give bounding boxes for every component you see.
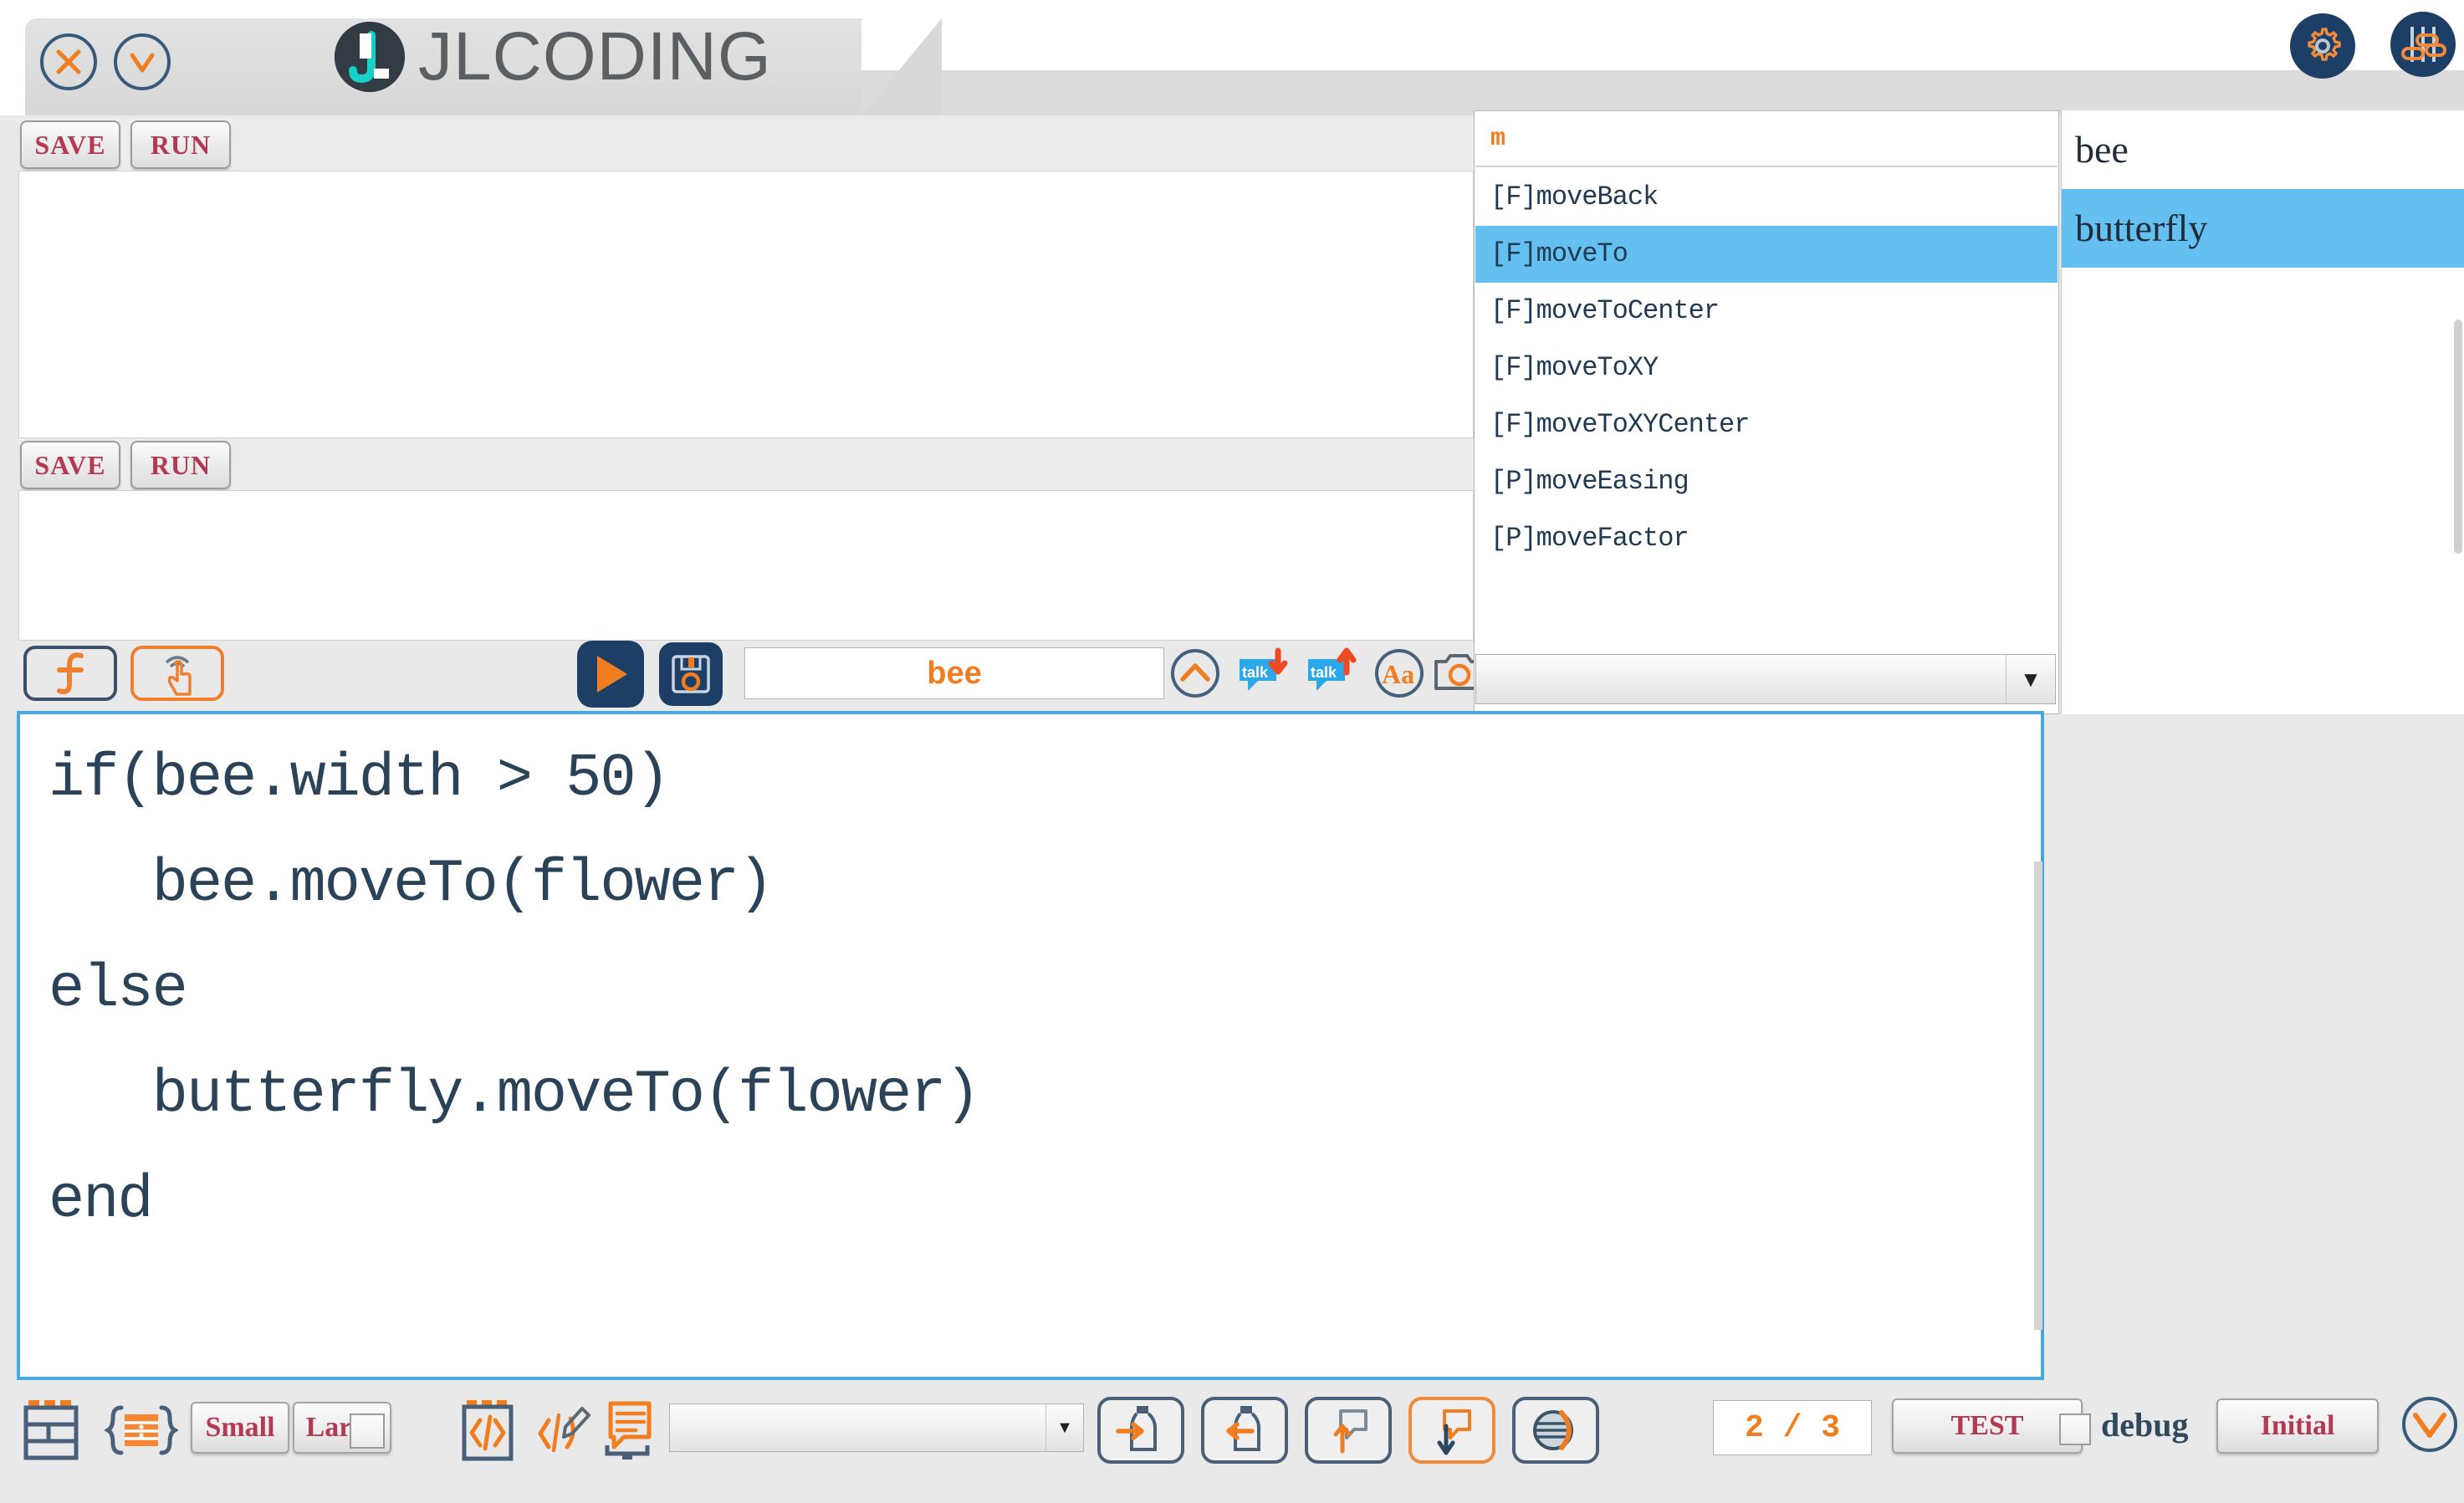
application-window: JLCODING SAVE RUN SAVE RUN bee talk talk… (0, 0, 2464, 1503)
pane-2-toolbar (18, 438, 1474, 491)
tap-gesture-glyph (165, 656, 192, 696)
talk-upload-glyph: talk (1308, 647, 1357, 691)
braces-block-icon[interactable] (104, 1398, 179, 1462)
floppy-glyph (672, 655, 710, 693)
code-editor-scrollbar[interactable] (2034, 861, 2042, 1330)
pane-1-run-button[interactable]: RUN (130, 120, 231, 169)
pane-1-editor-area[interactable] (18, 171, 1474, 438)
initial-button[interactable]: Initial (2216, 1398, 2379, 1454)
play-glyph (597, 656, 627, 693)
chevron-down-icon[interactable]: ▼ (2006, 655, 2055, 703)
code-notepad-icon[interactable] (458, 1398, 530, 1462)
sphere-icon[interactable] (1512, 1397, 1599, 1464)
chevron-down-circle-icon[interactable] (2399, 1393, 2461, 1455)
bottom-combo-select[interactable]: ▼ (669, 1403, 1084, 1452)
layout-grid-glyph (23, 1400, 79, 1460)
object-list-scrollbar[interactable] (2454, 320, 2462, 554)
chevron-up-circle-icon[interactable] (1168, 646, 1223, 701)
title-bar: JLCODING (0, 0, 2464, 115)
autocomplete-combo-select[interactable]: ▼ (1475, 654, 2056, 704)
speech-down-glyph (1437, 1409, 1471, 1455)
sliders-glyph (2401, 27, 2446, 62)
code-pen-glyph (538, 1407, 590, 1453)
chevron-down-icon[interactable] (114, 33, 171, 90)
close-glyph (56, 49, 81, 74)
play-icon[interactable] (577, 641, 644, 708)
tap-gesture-icon[interactable] (130, 646, 224, 701)
export-glyph (1226, 1406, 1260, 1451)
pane-2-save-button[interactable]: SAVE (20, 441, 120, 489)
list-item[interactable]: butterfly (2062, 189, 2464, 268)
debug-label: debug (2101, 1406, 2189, 1444)
talk-download-glyph: talk (1240, 647, 1288, 691)
autocomplete-item[interactable]: [F]moveToXY (1475, 340, 2058, 396)
gear-icon[interactable] (2290, 13, 2355, 79)
svg-text:Aa: Aa (1382, 659, 1414, 689)
autocomplete-query-input[interactable]: m (1475, 112, 2058, 167)
chevron-down-glyph (130, 53, 155, 73)
speech-arrow-down-icon[interactable] (1408, 1397, 1495, 1464)
pane-2-run-button[interactable]: RUN (130, 441, 231, 489)
svg-text:talk: talk (1311, 664, 1337, 681)
app-logo-icon (335, 22, 405, 92)
chat-screen-icon[interactable] (596, 1398, 667, 1462)
pane-2-editor-area[interactable] (18, 490, 1474, 641)
gear-glyph (2308, 28, 2341, 61)
talk-upload-icon[interactable]: talk (1305, 646, 1360, 701)
floppy-disk-icon[interactable] (659, 642, 723, 706)
speech-arrow-up-icon[interactable] (1305, 1397, 1392, 1464)
wrap-checkbox[interactable] (350, 1414, 385, 1449)
chevron-up-circle-glyph (1171, 649, 1219, 698)
page-indicator[interactable]: 2 / 3 (1713, 1400, 1872, 1455)
autocomplete-item[interactable]: [P]moveFactor (1475, 510, 2058, 567)
autocomplete-item[interactable]: [F]moveToCenter (1475, 283, 2058, 340)
pane-1-save-button[interactable]: SAVE (20, 120, 120, 169)
talk-download-icon[interactable]: talk (1236, 646, 1291, 701)
code-pen-icon[interactable] (532, 1398, 596, 1462)
title-bar-right-strip (861, 70, 2464, 115)
import-arrow-right-icon[interactable] (1097, 1397, 1184, 1464)
code-editor-textarea[interactable]: if(bee.width > 50) bee.moveTo(flower) el… (17, 711, 2044, 1380)
import-glyph (1116, 1406, 1157, 1451)
font-size-glyph: Aa (1375, 649, 1424, 698)
speech-up-glyph (1333, 1409, 1367, 1454)
braces-block-glyph (105, 1405, 178, 1455)
test-button[interactable]: TEST (1892, 1398, 2083, 1454)
autocomplete-item[interactable]: [F]moveToXYCenter (1475, 396, 2058, 453)
code-notepad-glyph (462, 1400, 514, 1461)
debug-checkbox[interactable] (2059, 1414, 2091, 1445)
autocomplete-item[interactable]: [P]moveEasing (1475, 453, 2058, 510)
close-icon[interactable] (40, 33, 97, 90)
chevron-down-icon[interactable]: ▼ (1045, 1404, 1083, 1451)
sphere-glyph (1533, 1410, 1573, 1450)
function-f-glyph (57, 652, 84, 694)
sliders-icon[interactable] (2390, 12, 2456, 77)
app-title: JLCODING (418, 18, 772, 95)
font-small-button[interactable]: Small (191, 1402, 289, 1454)
svg-text:talk: talk (1242, 664, 1269, 681)
autocomplete-item[interactable]: [F]moveTo (1475, 226, 2058, 283)
object-name-input[interactable]: bee (744, 647, 1164, 699)
chevron-down-circle-glyph (2402, 1397, 2457, 1452)
export-arrow-left-icon[interactable] (1201, 1397, 1288, 1464)
autocomplete-item[interactable]: [F]moveBack (1475, 169, 2058, 226)
pane-1-toolbar (18, 119, 1474, 171)
function-f-icon[interactable] (23, 646, 117, 701)
autocomplete-list[interactable]: [F]moveBack [F]moveTo [F]moveToCenter [F… (1475, 169, 2058, 652)
chat-screen-glyph (605, 1401, 652, 1460)
logo-glyph (335, 22, 405, 92)
layout-grid-icon[interactable] (20, 1398, 92, 1462)
list-item[interactable]: bee (2062, 110, 2464, 189)
font-size-Aa-icon[interactable]: Aa (1372, 646, 1427, 701)
object-list[interactable]: bee butterfly (2061, 110, 2464, 714)
